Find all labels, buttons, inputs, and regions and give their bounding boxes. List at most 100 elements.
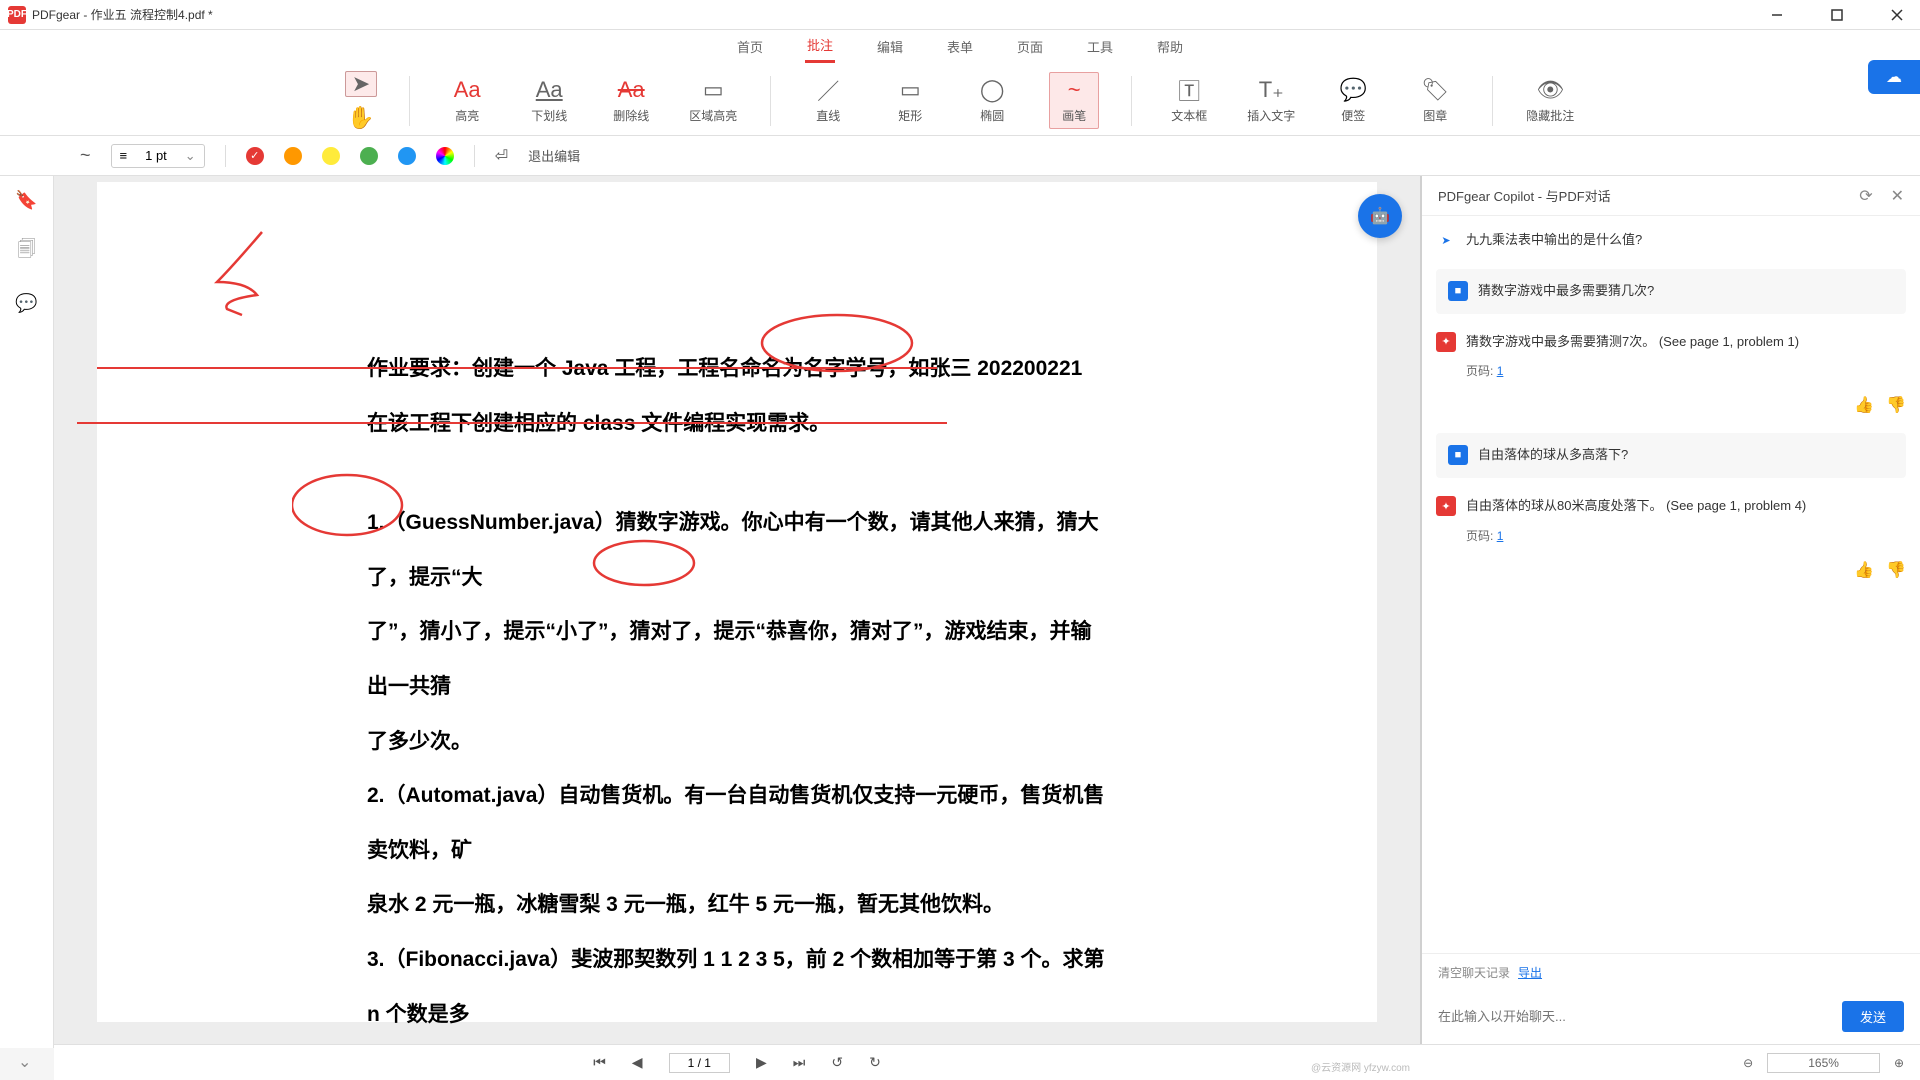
strike-icon: Aa [618,77,645,103]
cloud-badge[interactable]: ☁ [1868,60,1920,94]
highlight-tool[interactable]: Aa高亮 [442,77,492,124]
page-indicator: 1 / 1 [669,1053,730,1073]
ellipse-tool[interactable]: ◯椭圆 [967,77,1017,124]
rect-tool[interactable]: ▭矩形 [885,77,935,124]
copilot-title: PDFgear Copilot - 与PDF对话 [1438,186,1611,205]
textbox-tool[interactable]: 🅃文本框 [1164,77,1214,124]
thumbs-up-icon[interactable]: 👍 [1854,395,1874,415]
menu-edit[interactable]: 编辑 [875,31,905,62]
highlight-icon: Aa [454,77,481,103]
subbar: ~ ≡1 pt⌄ ⏎ 退出编辑 [0,136,1920,176]
prev-page-icon[interactable]: ◀ [632,1054,643,1071]
ribbon: ➤ ✋ Aa高亮 Aa下划线 Aa删除线 ▭区域高亮 ／直线 ▭矩形 ◯椭圆 ~… [0,62,1920,136]
underline-annotation-2 [77,422,947,424]
underline-tool[interactable]: Aa下划线 [524,77,574,124]
pen-tool[interactable]: ~画笔 [1049,72,1099,129]
copilot-msg: 自由落体的球从80米高度处落下。 (See page 1, problem 4) [1466,496,1806,517]
user-avatar-icon: ■ [1448,281,1468,301]
exit-edit-icon[interactable]: ⏎ [495,146,508,166]
rect-icon: ▭ [900,77,921,103]
ai-float-button[interactable]: 🤖 [1358,194,1402,238]
note-tool[interactable]: 💬便签 [1328,77,1378,124]
zoom-bar: ⊖ 165% ⊕ [1420,1044,1920,1080]
scribble-annotation [202,227,302,317]
document-area[interactable]: 作业要求：创建一个 Java 工程，工程名命名为名字学号，如张三 2022002… [54,176,1420,1048]
exit-edit-label[interactable]: 退出编辑 [528,146,580,165]
color-red[interactable] [246,147,264,165]
stamp-icon: 🏷 [1421,77,1449,103]
doc-line-1: 作业要求：创建一个 Java 工程，工程名命名为名字学号，如张三 2022002… [367,342,1107,397]
color-green[interactable] [360,147,378,165]
doc-line-7: 泉水 2 元一瓶，冰糖雪梨 3 元一瓶，红牛 5 元一瓶，暂无其他饮料。 [367,878,1107,933]
rotate-left-icon[interactable]: ↺ [831,1054,843,1071]
clear-chat-button[interactable]: 清空聊天记录 [1438,966,1510,980]
menu-page[interactable]: 页面 [1015,31,1045,62]
titlebar: PDF PDFgear - 作业五 流程控制4.pdf * [0,0,1920,30]
chevron-down-icon: ⌄ [185,148,196,164]
pen-icon: ~ [1068,77,1081,103]
pages-icon[interactable]: 🗐 [18,237,36,267]
hand-tool[interactable]: ✋ [346,105,376,131]
thumbs-up-icon[interactable]: 👍 [1854,560,1874,580]
left-sidebar: 🔖 🗐 💬 [0,176,54,1048]
textbox-icon: 🅃 [1178,77,1200,103]
copilot-msg: 自由落体的球从多高落下? [1478,445,1628,466]
first-page-icon[interactable]: ⏮ [593,1054,606,1071]
next-page-icon[interactable]: ▶ [756,1054,767,1071]
zoom-in-icon[interactable]: ⊕ [1894,1056,1904,1070]
window-title: PDFgear - 作业五 流程控制4.pdf * [32,6,213,23]
menu-tools[interactable]: 工具 [1085,31,1115,62]
menu-form[interactable]: 表单 [945,31,975,62]
copilot-messages[interactable]: ➤九九乘法表中输出的是什么值? ■猜数字游戏中最多需要猜几次? ✦猜数字游戏中最… [1422,216,1920,953]
doc-line-5: 了多少次。 [367,715,1107,770]
color-orange[interactable] [284,147,302,165]
export-chat-button[interactable]: 导出 [1518,966,1542,980]
close-panel-icon[interactable]: ✕ [1891,186,1904,206]
close-button[interactable] [1882,0,1912,30]
page-link[interactable]: 1 [1497,529,1504,543]
comment-icon[interactable]: 💬 [15,293,37,314]
bookmark-icon[interactable]: 🔖 [15,190,37,211]
color-yellow[interactable] [322,147,340,165]
note-icon: 💬 [1340,77,1367,103]
last-page-icon[interactable]: ⏭ [793,1054,806,1071]
menu-home[interactable]: 首页 [735,31,765,62]
color-custom[interactable] [436,147,454,165]
strike-tool[interactable]: Aa删除线 [606,77,656,124]
zoom-out-icon[interactable]: ⊖ [1743,1056,1753,1070]
copilot-msg: 猜数字游戏中最多需要猜测7次。 (See page 1, problem 1) [1466,332,1799,353]
area-highlight-tool[interactable]: ▭区域高亮 [688,77,738,124]
insert-text-icon: T₊ [1259,77,1284,103]
quickbar: 📂 💾 ✉ 🖨 ↶ ↷ 首页 批注 编辑 表单 页面 工具 帮助 ⇪ ⛶ [0,30,1920,62]
thumbs-down-icon[interactable]: 👎 [1886,395,1906,415]
copilot-msg: 猜数字游戏中最多需要猜几次? [1478,281,1654,302]
minimize-button[interactable] [1762,0,1792,30]
send-button[interactable]: 发送 [1842,1001,1904,1032]
cursor-tool[interactable]: ➤ [345,71,377,97]
stamp-tool[interactable]: 🏷图章 [1410,77,1460,124]
color-blue[interactable] [398,147,416,165]
line-tool[interactable]: ／直线 [803,77,853,124]
refresh-icon[interactable]: ⟳ [1859,186,1872,206]
doc-line-3: 1.（GuessNumber.java）猜数字游戏。你心中有一个数，请其他人来猜… [367,496,1107,605]
area-icon: ▭ [703,77,724,103]
zoom-value[interactable]: 165% [1767,1053,1880,1073]
insert-text-tool[interactable]: T₊插入文字 [1246,77,1296,124]
hide-annot-tool[interactable]: 👁隐藏批注 [1525,77,1575,124]
app-icon: PDF [8,6,26,24]
doc-line-4: 了”，猜小了，提示“小了”，猜对了，提示“恭喜你，猜对了”，游戏结束，并输出一共… [367,605,1107,714]
maximize-button[interactable] [1822,0,1852,30]
thumbs-down-icon[interactable]: 👎 [1886,560,1906,580]
rotate-right-icon[interactable]: ↻ [869,1054,881,1071]
circle-annotation-3 [592,537,702,592]
circle-annotation-2 [292,470,412,540]
menu-help[interactable]: 帮助 [1155,31,1185,62]
expand-sidebar-icon[interactable]: ⌄ [18,1052,31,1072]
stroke-size-select[interactable]: ≡1 pt⌄ [111,144,205,168]
copilot-input[interactable] [1438,1009,1830,1024]
page-link[interactable]: 1 [1497,364,1504,378]
menu-annotate[interactable]: 批注 [805,29,835,63]
squiggle-icon[interactable]: ~ [80,145,91,166]
ellipse-icon: ◯ [980,77,1005,103]
menubar: 首页 批注 编辑 表单 页面 工具 帮助 [0,30,1920,62]
